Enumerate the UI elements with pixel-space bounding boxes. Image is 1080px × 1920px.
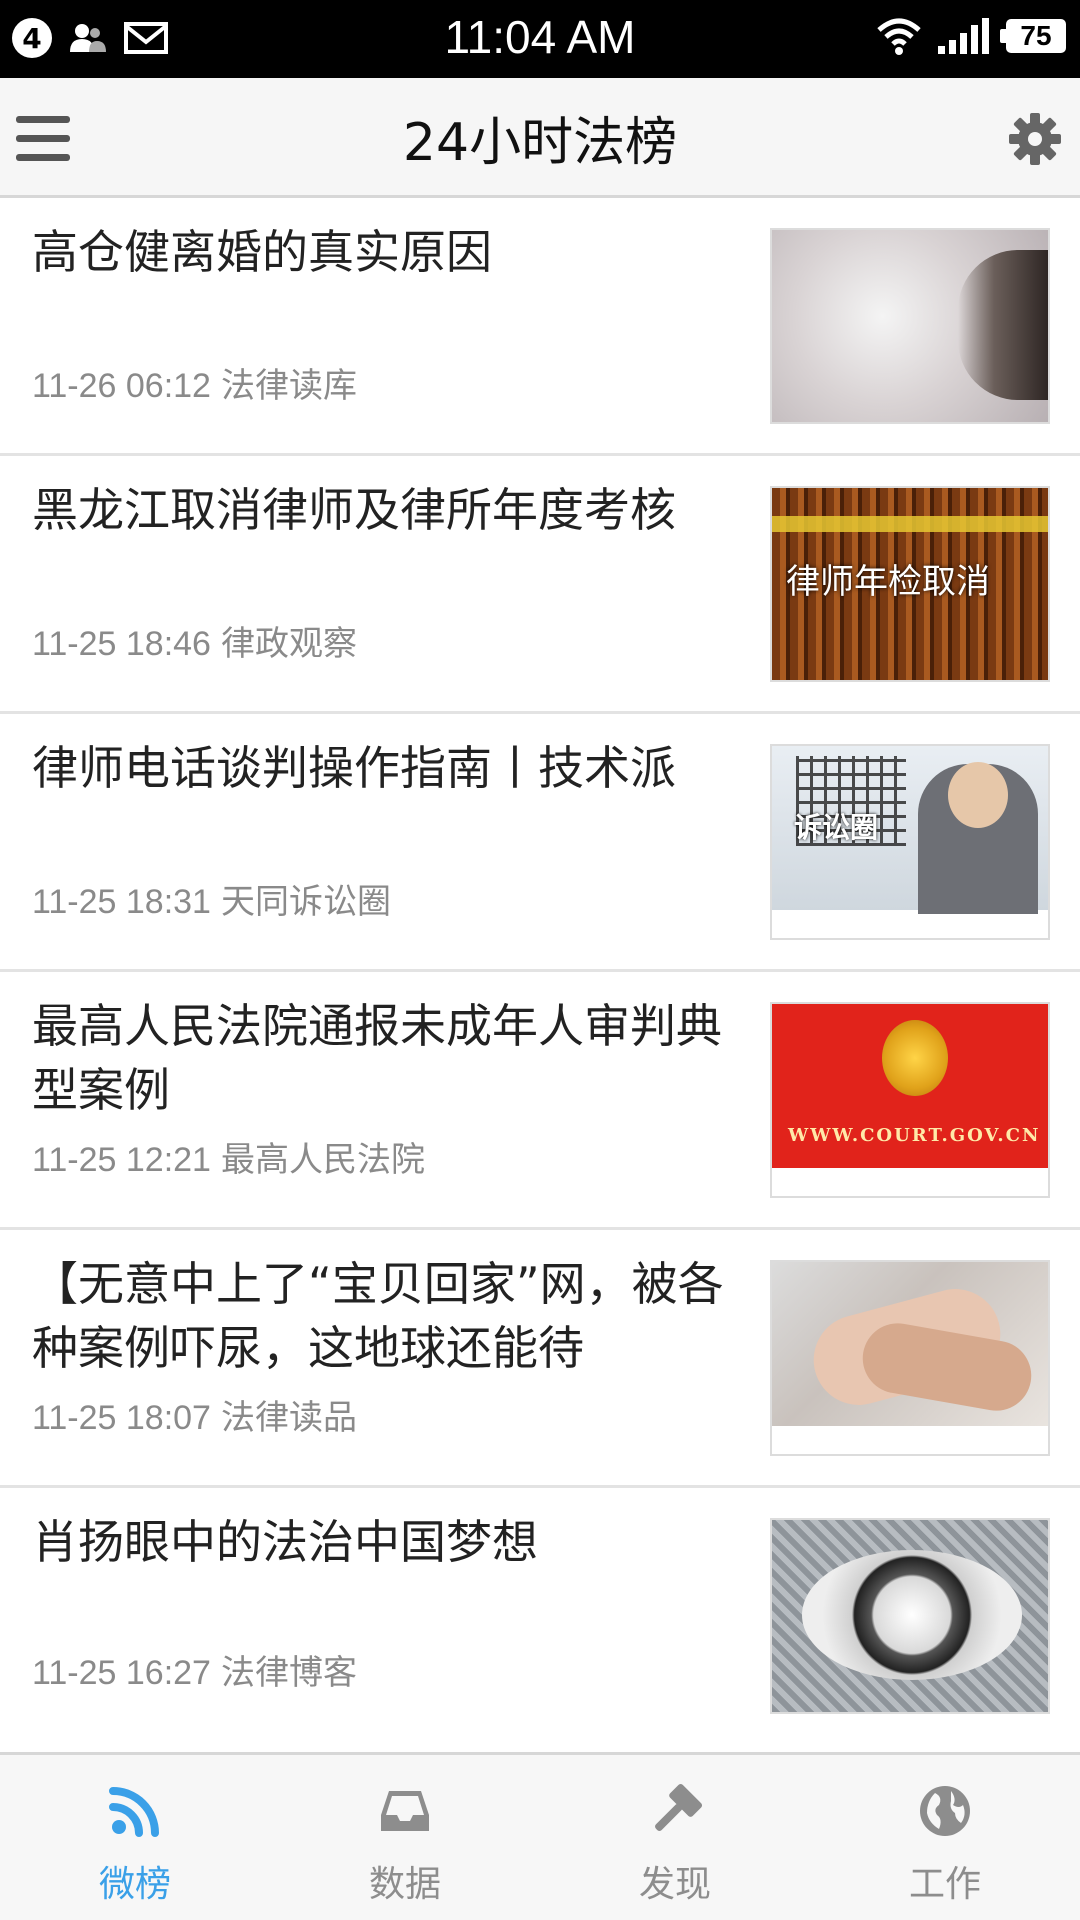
rss-feed-icon: [109, 1787, 159, 1837]
bottom-nav: 微榜 数据 发现 工作: [0, 1752, 1080, 1920]
article-source: 法律博客: [220, 1654, 357, 1692]
status-bar: 4 11:04 AM 75: [0, 0, 1080, 78]
globe-icon: [920, 1786, 970, 1836]
article-list: 高仓健离婚的真实原因 11-26 06:12 法律读库 黑龙江取消律师及律所年度考…: [0, 198, 1080, 1740]
article-thumbnail: 诉讼圈: [770, 744, 1050, 940]
list-item[interactable]: 最高人民法院通报未成年人审判典型案例 11-25 12:21 最高人民法院 WWW…: [0, 972, 1080, 1230]
article-source: 天同诉讼圈: [220, 883, 391, 921]
thumbnail-caption: 律师年检取消: [786, 562, 990, 602]
page-title: 24小时法榜: [402, 113, 678, 173]
tab-label: 工作: [908, 1864, 981, 1905]
article-title: 黑龙江取消律师及律所年度考核: [32, 483, 676, 537]
article-source: 法律读库: [220, 367, 357, 405]
article-date: 11-25 16:27: [32, 1654, 211, 1692]
tab-work[interactable]: 工作: [810, 1755, 1080, 1920]
thumbnail-caption: 诉讼圈: [794, 811, 879, 844]
list-item[interactable]: 【无意中上了“宝贝回家”网，被各种案例吓尿，这地球还能待 11-25 18:07…: [0, 1230, 1080, 1488]
article-title: 【无意中上了“宝贝回家”网，被各种案例吓尿，这地球还能待: [32, 1257, 724, 1375]
article-date: 11-25 18:46: [32, 625, 211, 663]
list-item[interactable]: 律师电话谈判操作指南丨技术派 11-25 18:31 天同诉讼圈 诉讼圈: [0, 714, 1080, 972]
tab-label: 发现: [638, 1864, 711, 1905]
tab-label: 微榜: [98, 1864, 171, 1905]
article-date: 11-25 12:21: [32, 1141, 211, 1179]
court-emblem-icon: [882, 1020, 948, 1096]
article-meta: 11-25 18:07 法律读品: [32, 1390, 357, 1439]
list-item[interactable]: 黑龙江取消律师及律所年度考核 11-25 18:46 律政观察 律师年检取消: [0, 456, 1080, 714]
article-thumbnail: [770, 1518, 1050, 1714]
article-meta: 11-26 06:12 法律读库: [32, 358, 357, 407]
article-source: 最高人民法院: [220, 1141, 425, 1179]
article-thumbnail: [770, 228, 1050, 424]
app-header: 24小时法榜: [0, 78, 1080, 198]
article-thumbnail: WWW.COURT.GOV.CN: [770, 1002, 1050, 1198]
article-source: 法律读品: [220, 1399, 357, 1437]
signal-icon: [938, 18, 989, 54]
article-date: 11-25 18:07: [32, 1399, 211, 1437]
article-title: 律师电话谈判操作指南丨技术派: [32, 741, 676, 795]
tab-discover[interactable]: 发现: [540, 1755, 810, 1920]
article-date: 11-26 06:12: [32, 367, 211, 405]
gear-icon[interactable]: [1008, 112, 1062, 166]
wifi-icon: [877, 18, 921, 55]
battery-icon: 75: [1000, 19, 1066, 53]
list-item[interactable]: 肖扬眼中的法治中国梦想 11-25 16:27 法律博客: [0, 1488, 1080, 1740]
inbox-tray-icon: [381, 1791, 429, 1831]
gavel-icon: [655, 1783, 703, 1831]
article-title: 高仓健离婚的真实原因: [32, 225, 492, 279]
article-source: 律政观察: [220, 625, 357, 663]
article-meta: 11-25 18:31 天同诉讼圈: [32, 874, 391, 923]
tab-label: 数据: [368, 1864, 441, 1905]
status-right-icons: 75: [876, 16, 1066, 56]
article-meta: 11-25 16:27 法律博客: [32, 1645, 357, 1694]
article-thumbnail: [770, 1260, 1050, 1456]
thumbnail-caption: WWW.COURT.GOV.CN: [788, 1125, 1041, 1146]
tab-data[interactable]: 数据: [270, 1755, 540, 1920]
list-item[interactable]: 高仓健离婚的真实原因 11-26 06:12 法律读库: [0, 198, 1080, 456]
article-thumbnail: 律师年检取消: [770, 486, 1050, 682]
article-title: 最高人民法院通报未成年人审判典型案例: [32, 999, 722, 1117]
article-meta: 11-25 18:46 律政观察: [32, 616, 357, 665]
tab-weibang[interactable]: 微榜: [0, 1755, 270, 1920]
article-meta: 11-25 12:21 最高人民法院: [32, 1132, 425, 1181]
article-date: 11-25 18:31: [32, 883, 211, 921]
article-title: 肖扬眼中的法治中国梦想: [32, 1515, 538, 1569]
